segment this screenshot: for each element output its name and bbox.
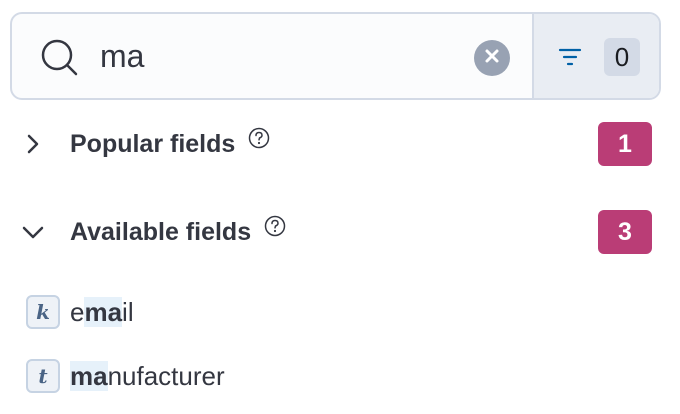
close-icon: [484, 48, 500, 69]
field-item-email[interactable]: k email: [26, 292, 626, 332]
field-type-filter-button[interactable]: 0: [532, 14, 659, 98]
chevron-down-icon: [16, 215, 50, 249]
field-list-panel: 0 Popular fields 1 Available fields: [0, 0, 680, 414]
popular-fields-toggle[interactable]: Popular fields 1: [16, 122, 656, 166]
popular-fields-count-badge: 1: [598, 122, 652, 166]
available-fields-toggle[interactable]: Available fields 3: [16, 210, 656, 254]
search-field: [12, 14, 532, 98]
search-match-highlight: ma: [84, 296, 123, 327]
filter-icon: [558, 46, 582, 68]
field-search-bar: 0: [10, 12, 661, 100]
keyword-type-icon: k: [26, 295, 60, 329]
popular-fields-title: Popular fields: [70, 129, 236, 158]
search-match-highlight: ma: [70, 360, 108, 391]
chevron-right-icon: [16, 127, 50, 161]
help-icon[interactable]: [263, 214, 287, 238]
help-icon[interactable]: [247, 126, 271, 150]
search-icon: [36, 34, 88, 86]
field-name: manufacturer: [70, 360, 225, 391]
search-input[interactable]: [100, 32, 460, 80]
available-fields-title: Available fields: [70, 217, 252, 246]
text-type-icon: t: [26, 359, 60, 393]
clear-search-button[interactable]: [474, 40, 510, 76]
field-item-manufacturer[interactable]: t manufacturer: [26, 356, 626, 396]
field-name: email: [70, 296, 134, 327]
available-fields-count-badge: 3: [598, 210, 652, 254]
filter-count-badge: 0: [604, 38, 640, 76]
